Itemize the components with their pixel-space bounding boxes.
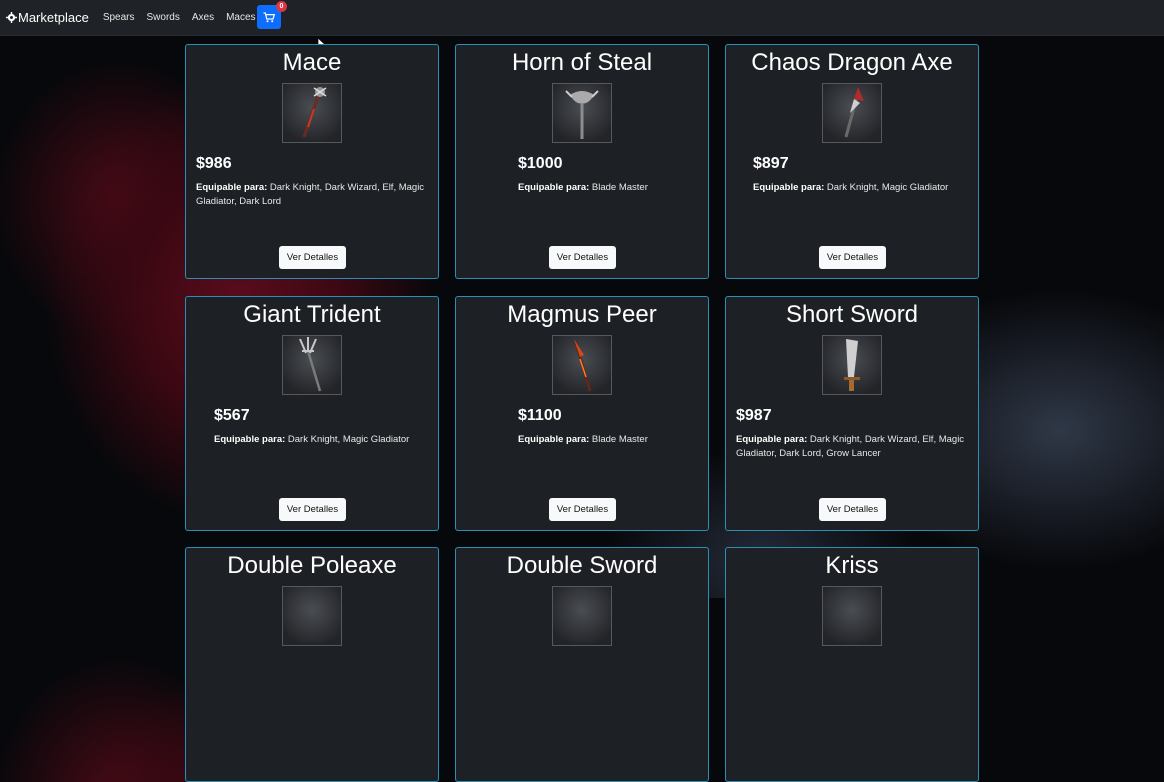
equipable-classes: Dark Knight, Magic Gladiator — [287, 434, 410, 445]
product-price: $567 — [214, 407, 250, 424]
product-price: $1100 — [518, 407, 562, 424]
trident-icon — [299, 337, 322, 392]
product-price: $1000 — [518, 155, 563, 172]
equipable-label: Equipable para: — [736, 434, 808, 445]
product-image — [282, 586, 342, 646]
product-title: Double Sword — [506, 552, 658, 579]
product-card: Chaos Dragon Axe $897 Equipable para: Da… — [725, 44, 979, 279]
product-card: Horn of Steal $1000 Equipable para: Blad… — [455, 44, 709, 279]
equipable-label: Equipable para: — [518, 434, 590, 445]
product-card: Mace $986 Equipable para: Dark Knight, D… — [185, 44, 439, 279]
equipable-classes: Blade Master — [591, 182, 648, 193]
product-card: Giant Trident $567 Equipable para: Dark … — [185, 296, 439, 531]
product-title: Short Sword — [785, 301, 919, 328]
product-equipable: Equipable para: Blade Master — [518, 433, 708, 447]
product-image — [822, 335, 882, 395]
details-button[interactable]: Ver Detalles — [279, 498, 346, 521]
product-equipable: Equipable para: Dark Knight, Dark Wizard… — [196, 181, 438, 209]
nav-link-spears[interactable]: Spears — [103, 12, 135, 23]
logo-icon — [6, 12, 17, 23]
product-title: Kriss — [825, 552, 879, 579]
cart-button[interactable]: 0 — [257, 1, 287, 29]
product-title: Chaos Dragon Axe — [751, 49, 953, 76]
product-price: $987 — [736, 407, 772, 424]
product-card: Double Sword — [455, 547, 709, 782]
equipable-classes: Blade Master — [591, 434, 648, 445]
product-price: $897 — [753, 155, 789, 172]
details-button[interactable]: Ver Detalles — [279, 246, 346, 269]
nav-link-swords[interactable]: Swords — [147, 12, 180, 23]
product-card: Short Sword $987 Equipable para: Dark Kn… — [725, 296, 979, 531]
product-image — [282, 83, 342, 143]
cart-count-badge: 0 — [276, 1, 287, 12]
axe-icon — [844, 87, 864, 138]
product-title: Giant Trident — [243, 301, 381, 328]
nav-link-maces[interactable]: Maces — [226, 12, 255, 23]
product-title: Magmus Peer — [507, 301, 657, 328]
brand-link[interactable]: Marketplace — [6, 10, 89, 25]
details-button[interactable]: Ver Detalles — [549, 498, 616, 521]
product-equipable: Equipable para: Dark Knight, Magic Gladi… — [214, 433, 438, 447]
product-equipable: Equipable para: Dark Knight, Magic Gladi… — [753, 181, 978, 195]
product-equipable: Equipable para: Blade Master — [518, 181, 708, 195]
product-title: Mace — [282, 49, 342, 76]
product-title: Double Poleaxe — [227, 552, 397, 579]
product-image — [552, 335, 612, 395]
spear-icon — [574, 339, 592, 392]
details-button[interactable]: Ver Detalles — [819, 246, 886, 269]
equipable-label: Equipable para: — [518, 182, 590, 193]
product-image — [822, 83, 882, 143]
sword-icon — [844, 339, 860, 391]
product-image — [552, 586, 612, 646]
product-card: Double Poleaxe — [185, 547, 439, 782]
equipable-classes: Dark Knight, Magic Gladiator — [826, 182, 949, 193]
product-card: Kriss — [725, 547, 979, 782]
equipable-label: Equipable para: — [753, 182, 825, 193]
navbar: Marketplace Spears Swords Axes Maces 0 — [0, 0, 1164, 36]
horn-icon — [565, 90, 599, 139]
product-card: Magmus Peer $1100 Equipable para: Blade … — [455, 296, 709, 531]
brand-name: Marketplace — [18, 10, 89, 25]
nav-links: Spears Swords Axes Maces — [103, 12, 268, 23]
details-button[interactable]: Ver Detalles — [549, 246, 616, 269]
product-image — [552, 83, 612, 143]
product-image — [282, 335, 342, 395]
product-price: $986 — [196, 155, 232, 172]
product-title: Horn of Steal — [511, 49, 653, 76]
equipable-label: Equipable para: — [196, 182, 268, 193]
product-image — [822, 586, 882, 646]
equipable-label: Equipable para: — [214, 434, 286, 445]
details-button[interactable]: Ver Detalles — [819, 498, 886, 521]
cart-icon — [263, 11, 275, 22]
mace-icon — [302, 87, 327, 138]
product-equipable: Equipable para: Dark Knight, Dark Wizard… — [736, 433, 970, 461]
nav-link-axes[interactable]: Axes — [192, 12, 214, 23]
